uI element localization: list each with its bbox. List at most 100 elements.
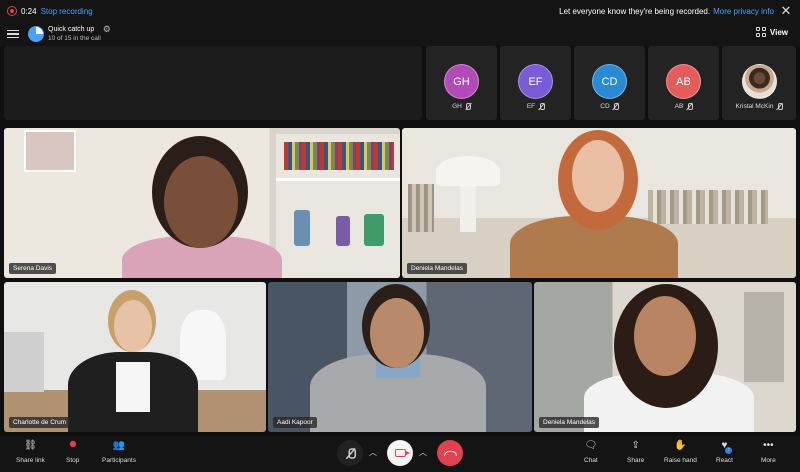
video-feed bbox=[402, 128, 796, 278]
participant-strip: GH GH EF EF CD CD AB AB Kristal McKin bbox=[4, 46, 796, 124]
call-title: Quick catch up bbox=[48, 26, 95, 33]
person-face bbox=[370, 298, 424, 368]
gear-icon[interactable]: ⚙ bbox=[103, 24, 111, 35]
more-label: More bbox=[761, 457, 776, 464]
chevron-up-icon[interactable]: ︿ bbox=[369, 447, 377, 458]
video-tile[interactable]: Deniela Mandelas bbox=[534, 282, 796, 432]
lamp-stand bbox=[460, 186, 476, 232]
participant-tile[interactable]: GH GH bbox=[426, 46, 497, 120]
participant-name: AB bbox=[648, 103, 719, 110]
more-icon: ••• bbox=[763, 440, 774, 451]
participant-name-tag: Charlotte de Crum bbox=[9, 417, 71, 428]
call-avatar bbox=[28, 26, 44, 42]
participant-tile[interactable]: Kristal McKin bbox=[722, 46, 796, 120]
call-header: Quick catch up 10 of 15 in the call ⚙ Vi… bbox=[0, 22, 800, 46]
video-tile[interactable]: Deniela Mandelas bbox=[402, 128, 796, 278]
stop-icon bbox=[68, 439, 77, 453]
lamp-shade bbox=[436, 156, 500, 186]
shelf-vase bbox=[336, 216, 350, 246]
call-controls: ⛓ Share link Stop 👥 Participants ︿ ︿ 🗨 C… bbox=[0, 436, 800, 472]
participant-tile[interactable]: EF EF bbox=[500, 46, 571, 120]
react-label: React bbox=[716, 457, 733, 464]
participant-tile[interactable]: AB AB bbox=[648, 46, 719, 120]
mic-off-icon bbox=[538, 103, 545, 110]
recording-banner: 0:24 Stop recording Let everyone know th… bbox=[0, 0, 800, 22]
mic-off-icon bbox=[465, 103, 472, 110]
participant-name-tag: Serena Davis bbox=[9, 263, 57, 274]
view-button[interactable]: View bbox=[755, 27, 788, 37]
link-icon: ⛓ bbox=[24, 440, 37, 451]
video-feed bbox=[4, 128, 400, 278]
shelf-bottle bbox=[294, 210, 310, 246]
avatar: AB bbox=[666, 64, 701, 99]
chat-label: Chat bbox=[584, 457, 598, 464]
participant-name-text: GH bbox=[452, 103, 462, 110]
avatar: EF bbox=[518, 64, 553, 99]
chat-icon: 🗨 bbox=[584, 440, 598, 451]
participant-name-text: CD bbox=[600, 103, 610, 110]
stop-recording-link[interactable]: Stop recording bbox=[41, 7, 93, 16]
participant-name-text: Kristal McKin bbox=[735, 103, 774, 110]
books-left bbox=[408, 184, 434, 232]
person-face bbox=[634, 296, 696, 376]
raise-hand-button[interactable]: ✋ Raise hand bbox=[664, 439, 697, 464]
recording-time: 0:24 bbox=[21, 6, 37, 16]
stop-recording-button[interactable]: Stop bbox=[66, 439, 79, 464]
participant-name: Kristal McKin bbox=[722, 103, 796, 110]
participant-name: CD bbox=[574, 103, 645, 110]
chevron-up-icon[interactable]: ︿ bbox=[419, 447, 427, 458]
background-shelf bbox=[744, 292, 784, 382]
participant-name: GH bbox=[426, 103, 497, 110]
recording-notice-text: Let everyone know they're being recorded… bbox=[559, 6, 711, 16]
avatar bbox=[742, 64, 777, 99]
wall-poster bbox=[24, 130, 76, 172]
recording-notice: Let everyone know they're being recorded… bbox=[559, 0, 774, 22]
share-screen-icon: ⇪ bbox=[631, 440, 640, 451]
video-tile[interactable]: Serena Davis bbox=[4, 128, 400, 278]
shelf-left bbox=[4, 332, 44, 392]
call-participant-count: 10 of 15 in the call bbox=[48, 35, 101, 42]
avatar: GH bbox=[444, 64, 479, 99]
books bbox=[284, 142, 394, 170]
end-call-button[interactable] bbox=[437, 440, 463, 466]
share-link-button[interactable]: ⛓ Share link bbox=[16, 439, 45, 464]
participant-tile[interactable]: CD CD bbox=[574, 46, 645, 120]
heart-icon: ♥ ↑ bbox=[722, 439, 733, 454]
person-face bbox=[572, 140, 624, 212]
grid-view-icon bbox=[755, 27, 766, 37]
hang-up-icon bbox=[443, 450, 457, 456]
video-feed bbox=[4, 282, 266, 432]
mic-off-icon bbox=[346, 447, 356, 459]
privacy-info-link[interactable]: More privacy info bbox=[713, 7, 774, 16]
shelf-jar bbox=[364, 214, 384, 246]
video-tile[interactable]: Aadi Kapoor bbox=[268, 282, 532, 432]
video-feed bbox=[534, 282, 796, 432]
camera-icon bbox=[394, 449, 410, 457]
stop-label: Stop bbox=[66, 457, 80, 464]
react-button[interactable]: ♥ ↑ React bbox=[716, 439, 733, 464]
participants-button[interactable]: 👥 Participants bbox=[102, 439, 136, 464]
video-tile[interactable]: Charlotte de Crum bbox=[4, 282, 266, 432]
participant-name-tag: Deniela Mandelas bbox=[407, 263, 468, 274]
participants-label: Participants bbox=[102, 457, 136, 464]
raise-hand-label: Raise hand bbox=[664, 457, 697, 464]
participant-name: EF bbox=[500, 103, 571, 110]
person-face bbox=[114, 300, 152, 352]
share-button[interactable]: ⇪ Share bbox=[627, 439, 644, 464]
participant-name-text: EF bbox=[526, 103, 536, 110]
call-info: Quick catch up 10 of 15 in the call bbox=[48, 25, 101, 43]
chat-button[interactable]: 🗨 Chat bbox=[584, 439, 598, 464]
people-icon: 👥 bbox=[112, 440, 126, 451]
mute-button[interactable] bbox=[337, 440, 363, 466]
avatar: CD bbox=[592, 64, 627, 99]
participant-name-text: AB bbox=[674, 103, 684, 110]
more-button[interactable]: ••• More bbox=[761, 439, 776, 464]
close-icon[interactable]: ✕ bbox=[780, 4, 792, 18]
share-link-label: Share link bbox=[16, 457, 45, 464]
recording-icon bbox=[7, 6, 17, 16]
books-right bbox=[648, 190, 768, 224]
participant-name-tag: Aadi Kapoor bbox=[273, 417, 317, 428]
mic-off-icon bbox=[686, 103, 693, 110]
video-toggle-button[interactable] bbox=[387, 440, 413, 466]
menu-icon[interactable] bbox=[6, 28, 20, 40]
